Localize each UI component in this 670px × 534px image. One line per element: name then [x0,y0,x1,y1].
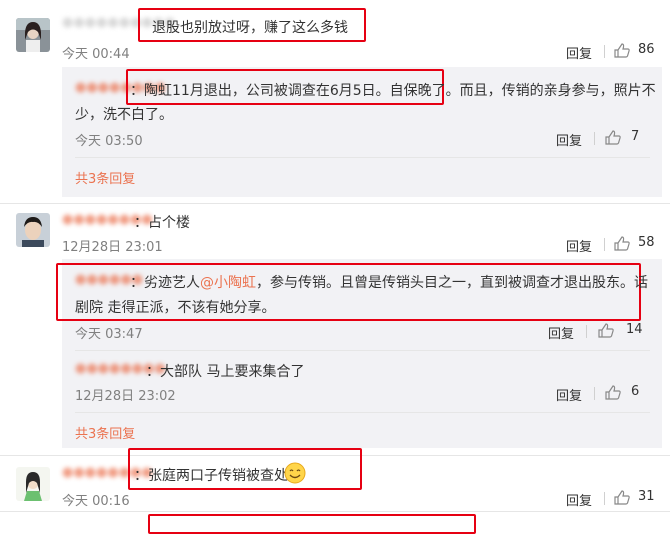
thumbs-up-icon [605,130,621,145]
divider [604,238,605,251]
reply-text-prefix: ：劣迹艺人 [130,275,200,291]
thumbs-up-icon [614,236,630,251]
mention-link[interactable]: @小陶虹 [200,275,256,291]
reply-text-continued: 少，洗不白了。 [75,107,173,123]
comment-time: 今天 00:44 [62,47,130,62]
reply-text: ：陶虹11月退出，公司被调查在6月5日。自保晚了。而且，传销的亲身参与，照片不 [130,83,656,99]
divider [604,492,605,505]
like-button[interactable]: 58 [614,235,656,253]
smiley-emoji-icon [284,462,306,484]
divider [586,325,587,338]
comment-separator [0,203,670,204]
reply-text-suffix: ，参与传销。且曾是传销头目之一，直到被调查才退出股东。话 [256,275,648,291]
thumbs-up-icon [598,323,614,338]
comment-separator [0,511,670,512]
thumbs-up-icon [605,385,621,400]
like-count: 14 [626,322,643,337]
comment-text: ：占个楼 [134,215,190,231]
like-count: 6 [631,384,640,399]
like-button[interactable]: 14 [598,322,646,340]
more-replies-link[interactable]: 共3条回复 [75,423,135,442]
like-count: 58 [638,235,655,250]
like-count: 86 [638,42,655,57]
avatar[interactable] [16,18,50,52]
like-count: 7 [631,129,640,144]
reply-button[interactable]: 回复 [556,385,582,404]
reply-button[interactable]: 回复 [566,490,592,509]
reply-time: 今天 03:50 [75,134,143,149]
reply-text-continued: 剧院 走得正派，不该有她分享。 [75,300,276,316]
reply-separator [75,350,650,351]
reply-button[interactable]: 回复 [548,323,574,342]
like-button[interactable]: 7 [605,129,645,147]
thumbs-up-icon [614,43,630,58]
avatar[interactable] [16,213,50,247]
reply-button[interactable]: 回复 [556,130,582,149]
like-button[interactable]: 31 [614,489,656,507]
reply-time: 12月28日 23:02 [75,389,176,404]
more-replies-link[interactable]: 共3条回复 [75,168,135,187]
thumbs-up-icon [614,490,630,505]
highlight-box [148,514,476,534]
like-count: 31 [638,489,655,504]
divider [594,387,595,400]
reply-button[interactable]: 回复 [566,236,592,255]
reply-separator [75,157,650,158]
reply-separator [75,412,650,413]
comment-time: 12月28日 23:01 [62,240,163,255]
divider [604,45,605,58]
reply-time: 今天 03:47 [75,327,143,342]
comment-text: ：张庭两口子传销被查处啦 [134,468,302,484]
comment-text: 退股也别放过呀，赚了这么多钱 [152,20,348,36]
reply-button[interactable]: 回复 [566,43,592,62]
avatar[interactable] [16,467,50,501]
like-button[interactable]: 86 [614,42,656,60]
reply-text: ：大部队 马上要来集合了 [146,364,305,380]
comment-time: 今天 00:16 [62,494,130,509]
divider [594,132,595,145]
like-button[interactable]: 6 [605,384,645,402]
reply-text: ：劣迹艺人@小陶虹，参与传销。且曾是传销头目之一，直到被调查才退出股东。话 [130,272,648,292]
